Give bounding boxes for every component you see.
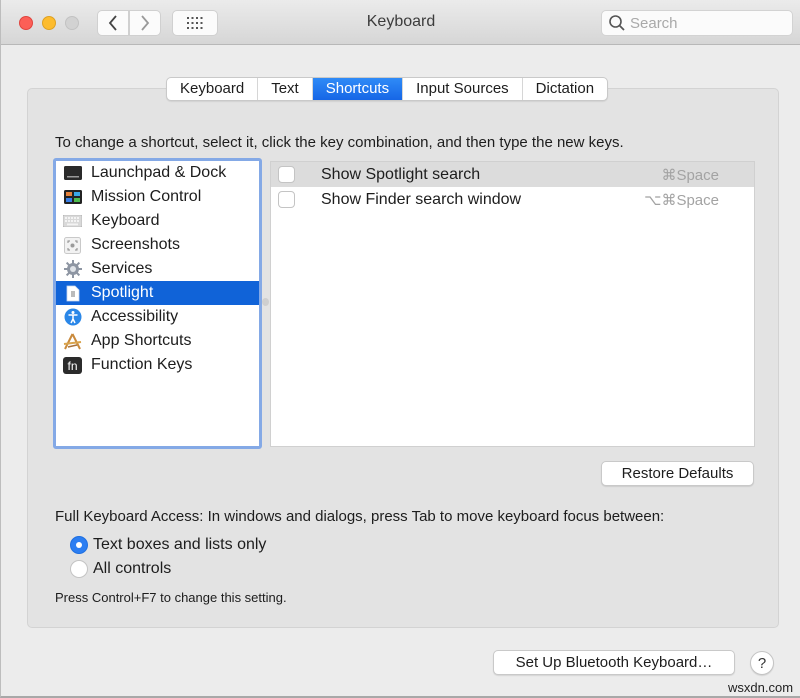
instructions-text: To change a shortcut, select it, click t… [55,134,624,151]
category-accessibility[interactable]: Accessibility [56,305,259,329]
mission-control-icon [63,188,82,206]
help-button[interactable]: ? [750,651,774,675]
radio-button-unselected[interactable] [70,560,88,578]
shortcuts-table: Show Spotlight search ⌘Space Show Finder… [270,161,755,447]
gear-icon [63,260,82,278]
restore-defaults-button[interactable]: Restore Defaults [601,461,754,486]
shortcut-keys[interactable]: ⌥⌘Space [644,191,719,209]
category-mission-control[interactable]: Mission Control [56,185,259,209]
radio-button-selected[interactable] [70,536,88,554]
category-label: Services [91,260,153,277]
radio-text-boxes-lists-only[interactable]: Text boxes and lists only [70,536,266,554]
accessibility-icon [63,308,82,326]
category-label: Function Keys [91,356,193,373]
spotlight-document-icon [63,284,82,302]
search-icon [609,15,625,31]
category-app-shortcuts[interactable]: App Shortcuts [56,329,259,353]
full-keyboard-access-label: Full Keyboard Access: In windows and dia… [55,508,665,525]
shortcut-category-list[interactable]: Launchpad & Dock Mission Control Keyboar… [53,158,262,449]
tab-keyboard[interactable]: Keyboard [167,78,259,100]
svg-text:fn: fn [67,359,77,373]
fn-key-icon: fn [63,356,82,374]
category-label: Keyboard [91,212,160,229]
tab-shortcuts[interactable]: Shortcuts [312,78,404,100]
radio-label: Text boxes and lists only [93,536,267,553]
shortcut-label: Show Spotlight search [321,165,481,183]
tab-text[interactable]: Text [258,78,313,100]
category-label: Spotlight [91,284,154,301]
category-label: App Shortcuts [91,332,192,349]
shortcut-checkbox[interactable] [278,166,295,183]
launchpad-dock-icon [63,164,82,182]
category-screenshots[interactable]: Screenshots [56,233,259,257]
shortcut-keys[interactable]: ⌘Space [661,166,719,184]
category-label: Accessibility [91,308,179,325]
watermark-text: wsxdn.com [728,680,794,695]
screenshots-icon [63,236,82,254]
title-bar: Keyboard [1,0,800,45]
radio-label: All controls [93,560,172,577]
shortcut-row[interactable]: Show Spotlight search ⌘Space [271,162,754,187]
shortcut-checkbox[interactable] [278,191,295,208]
set-up-bluetooth-keyboard-button[interactable]: Set Up Bluetooth Keyboard… [493,650,735,675]
keyboard-icon [63,212,82,230]
tab-input-sources[interactable]: Input Sources [403,78,523,100]
category-services[interactable]: Services [56,257,259,281]
shortcut-label: Show Finder search window [321,190,522,208]
app-shortcuts-icon [63,332,82,350]
split-view-divider-handle[interactable] [262,298,269,306]
category-keyboard[interactable]: Keyboard [56,209,259,233]
category-label: Screenshots [91,236,180,253]
tab-bar: Keyboard Text Shortcuts Input Sources Di… [166,77,609,101]
shortcut-row[interactable]: Show Finder search window ⌥⌘Space [271,187,754,212]
radio-all-controls[interactable]: All controls [70,560,171,578]
category-launchpad-dock[interactable]: Launchpad & Dock [56,161,259,185]
category-function-keys[interactable]: fn Function Keys [56,353,259,377]
search-field[interactable] [601,10,793,36]
keyboard-access-hint: Press Control+F7 to change this setting. [55,590,287,605]
keyboard-preferences-window: Keyboard Keyboard Text Shortcuts Input S… [0,0,800,698]
category-label: Launchpad & Dock [91,164,227,181]
tab-dictation[interactable]: Dictation [523,78,607,100]
category-label: Mission Control [91,188,202,205]
category-spotlight[interactable]: Spotlight [56,281,259,305]
search-input[interactable] [630,14,780,32]
